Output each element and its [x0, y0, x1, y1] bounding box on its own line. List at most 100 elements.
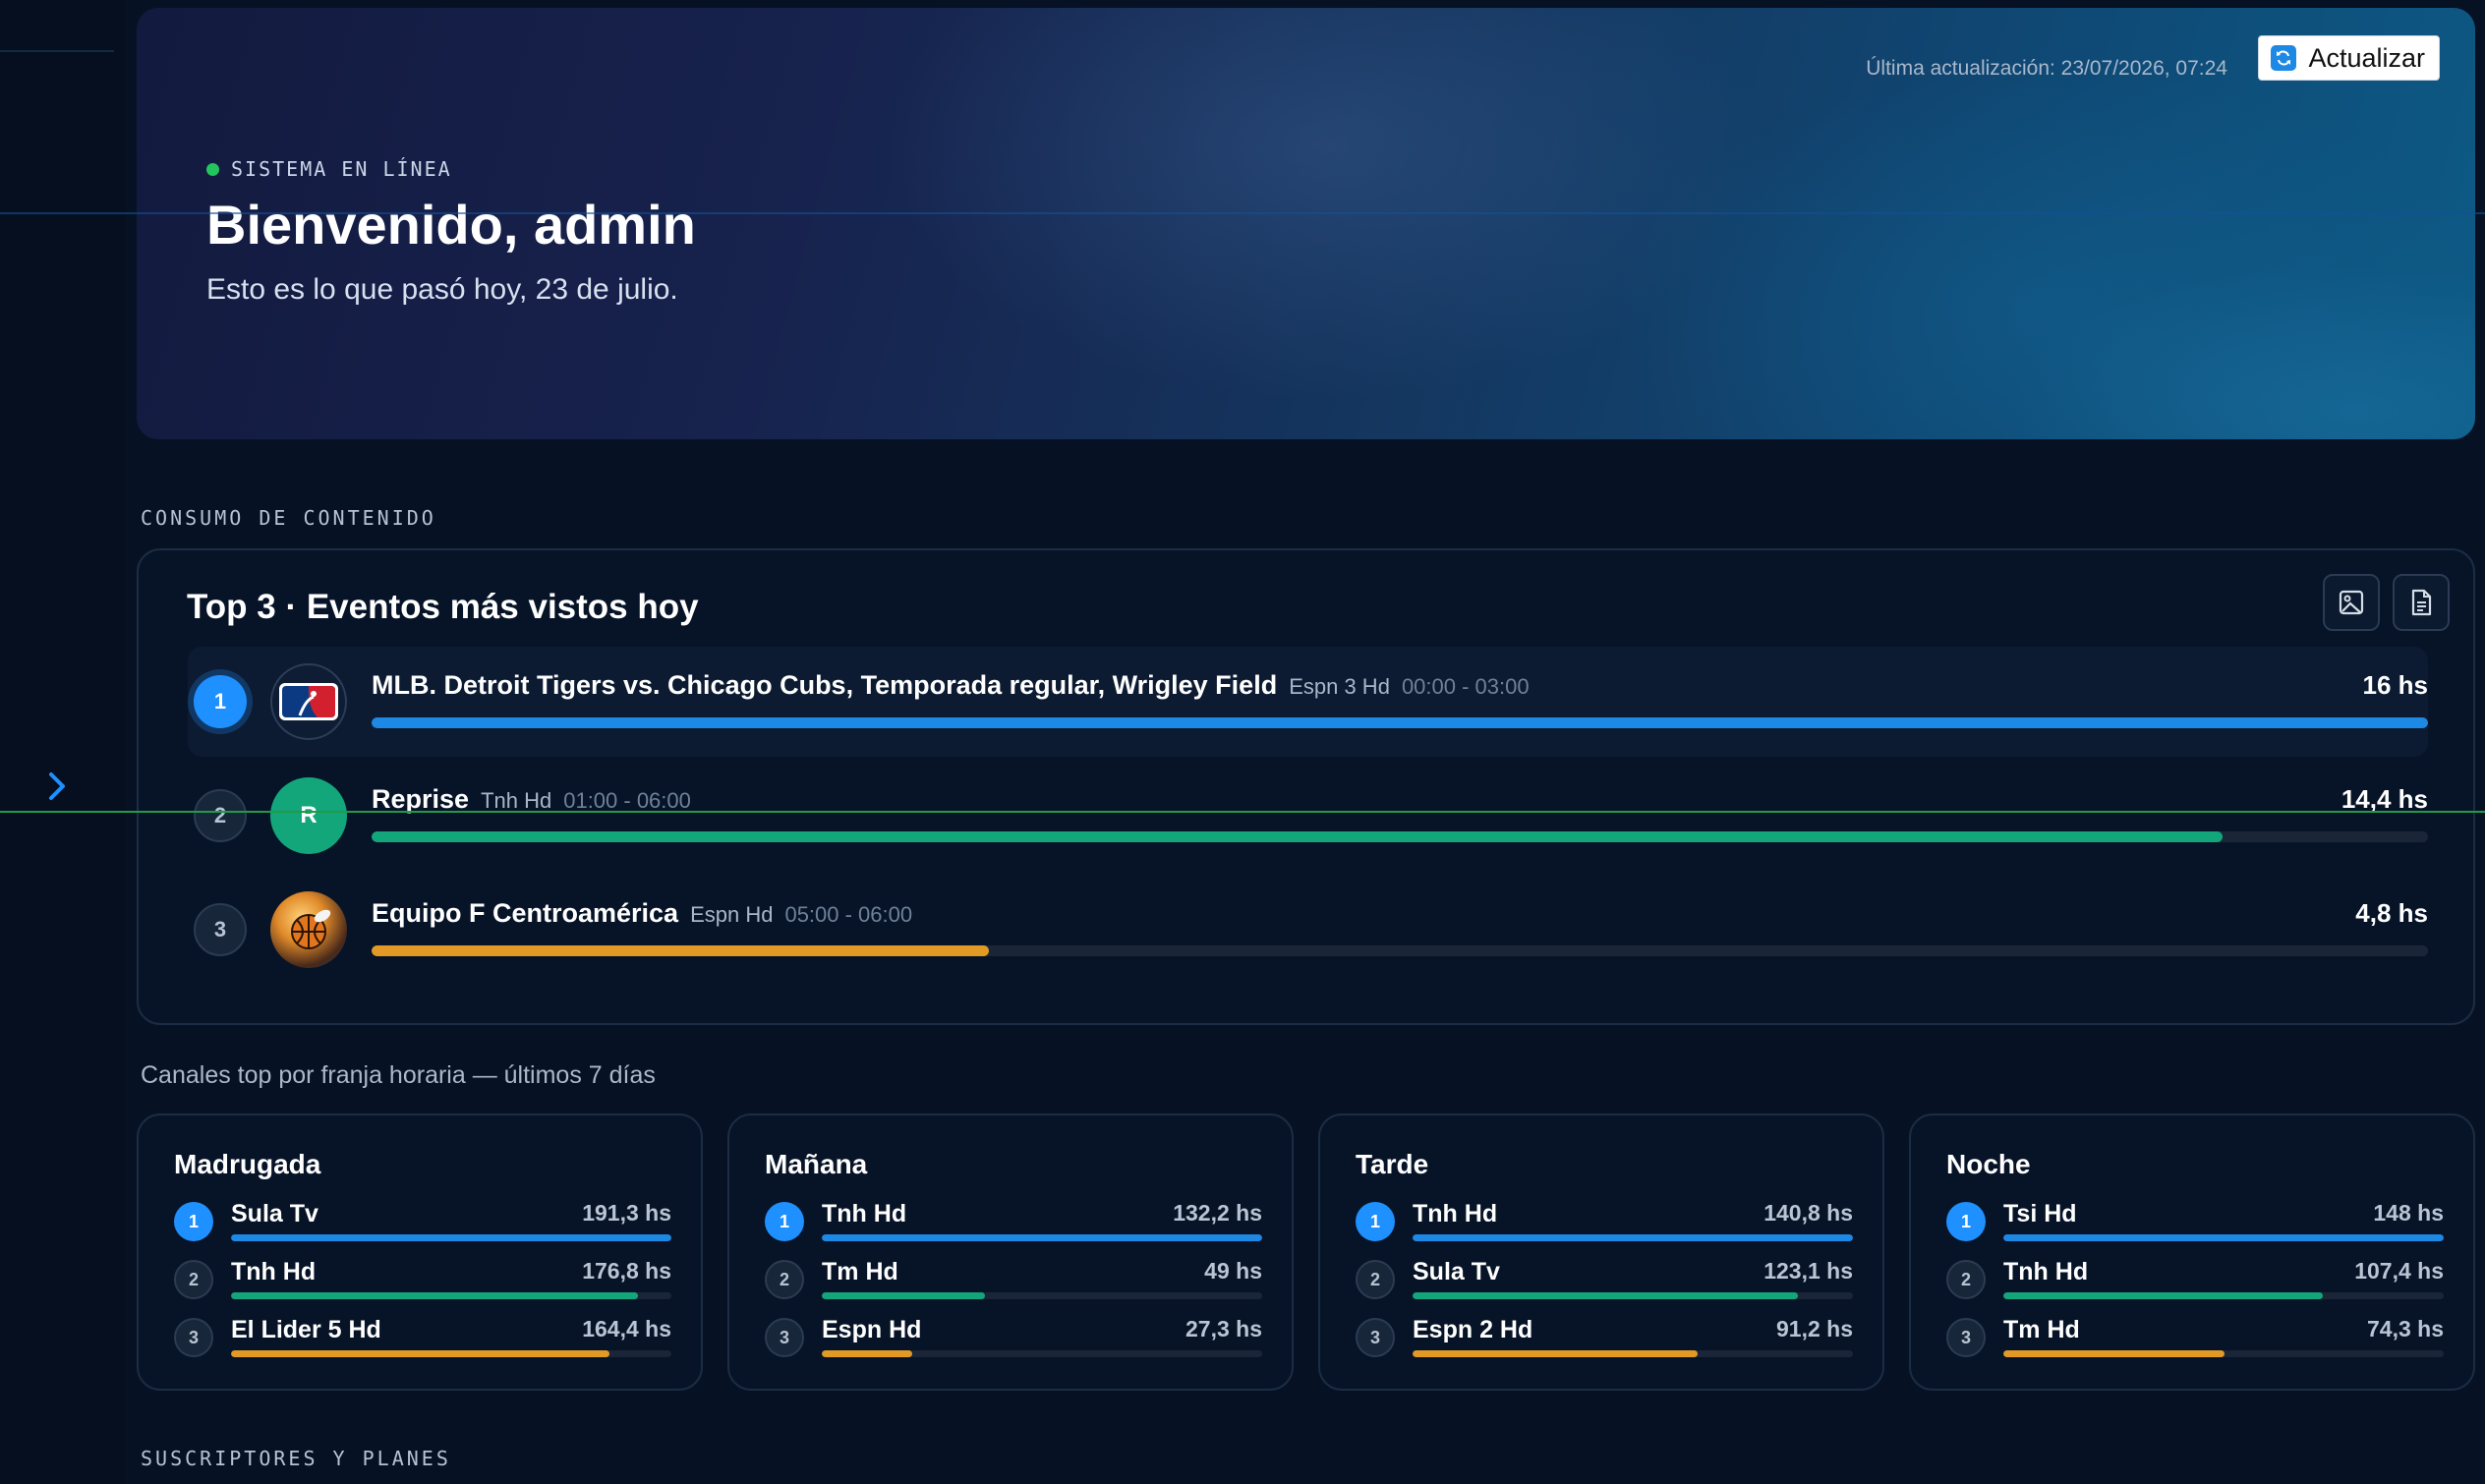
channel-progress-fill — [822, 1234, 1262, 1241]
channel-row[interactable]: 1 Tnh Hd 140,8 hs — [1356, 1196, 1853, 1245]
channel-progress-fill — [822, 1350, 913, 1357]
channel-hours: 191,3 hs — [582, 1200, 671, 1226]
channel-row[interactable]: 2 Tnh Hd 107,4 hs — [1946, 1254, 2444, 1303]
rank-badge: 3 — [1356, 1318, 1395, 1357]
channel-hours: 176,8 hs — [582, 1258, 671, 1284]
avatar-letter: R — [300, 802, 318, 828]
export-image-button[interactable] — [2323, 574, 2380, 631]
timeslot-title: Noche — [1946, 1149, 2031, 1179]
channel-hours: 27,3 hs — [1185, 1316, 1262, 1341]
image-icon — [2339, 590, 2364, 615]
channel-row[interactable]: 2 Tnh Hd 176,8 hs — [174, 1254, 671, 1303]
event-time: 00:00 - 03:00 — [1401, 674, 1530, 699]
welcome-banner: SISTEMA EN LÍNEA Bienvenido, admin Esto … — [137, 8, 2475, 439]
export-document-button[interactable] — [2393, 574, 2450, 631]
status-online-dot — [206, 162, 219, 176]
channel-progress-track — [231, 1292, 671, 1299]
event-hours: 4,8 hs — [2355, 898, 2428, 928]
timeslot-card: Tarde 1 Tnh Hd 140,8 hs 2 Sula Tv 123,1 hs 3 Esp… — [1318, 1113, 1884, 1391]
channel-row[interactable]: 1 Tnh Hd 132,2 hs — [765, 1196, 1262, 1245]
event-progress-track — [372, 831, 2428, 842]
channel-progress-track — [1413, 1292, 1853, 1299]
channel-row[interactable]: 1 Tsi Hd 148 hs — [1946, 1196, 2444, 1245]
last-update-text: Última actualización: 23/07/2026, 07:24 — [1866, 57, 2227, 80]
sidebar-rail — [0, 0, 126, 1484]
event-row[interactable]: 3 Equipo F Centroamérica Espn Hd 05:00 -… — [188, 875, 2428, 985]
channel-name: Espn Hd — [822, 1316, 922, 1343]
refresh-button[interactable]: Actualizar — [2258, 35, 2440, 81]
event-row[interactable]: 1 MLB. Detroit Tigers vs. Chicago Cubs, … — [188, 647, 2428, 757]
rank-badge: 1 — [174, 1202, 213, 1241]
channel-progress-fill — [2003, 1292, 2324, 1299]
document-icon — [2411, 589, 2432, 616]
event-info: Equipo F Centroamérica Espn Hd 05:00 - 0… — [372, 898, 912, 929]
timeslot-card: Mañana 1 Tnh Hd 132,2 hs 2 Tm Hd 49 hs 3 Espn Hd… — [727, 1113, 1294, 1391]
channel-progress-track — [822, 1350, 1262, 1357]
rank-badge: 3 — [174, 1318, 213, 1357]
event-name: MLB. Detroit Tigers vs. Chicago Cubs, Te… — [372, 670, 1278, 700]
rank-badge: 1 — [194, 675, 247, 728]
channel-hours: 107,4 hs — [2354, 1258, 2444, 1284]
channel-hours: 74,3 hs — [2367, 1316, 2444, 1341]
channel-name: Tsi Hd — [2003, 1200, 2077, 1227]
channel-name: Tm Hd — [2003, 1316, 2080, 1343]
system-status: SISTEMA EN LÍNEA — [206, 157, 452, 181]
channel-progress-fill — [231, 1292, 638, 1299]
event-row[interactable]: 2 R Reprise Tnh Hd 01:00 - 06:00 14,4 hs — [188, 761, 2428, 871]
channel-progress-track — [231, 1350, 671, 1357]
channel-hours: 132,2 hs — [1173, 1200, 1262, 1226]
top-events-title: Top 3 · Eventos más vistos hoy — [187, 588, 699, 626]
event-progress-fill — [372, 945, 989, 956]
timeslot-card: Noche 1 Tsi Hd 148 hs 2 Tnh Hd 107,4 hs 3 Tm Hd 7… — [1909, 1113, 2475, 1391]
timeslot-caption: Canales top por franja horaria — últimos… — [141, 1061, 656, 1089]
channel-row[interactable]: 1 Sula Tv 191,3 hs — [174, 1196, 671, 1245]
channel-row[interactable]: 2 Sula Tv 123,1 hs — [1356, 1254, 1853, 1303]
channel-hours: 123,1 hs — [1763, 1258, 1853, 1284]
event-progress-fill — [372, 831, 2223, 842]
top-events-card: Top 3 · Eventos más vistos hoy 1 MLB. De… — [137, 548, 2475, 1025]
event-channel: Espn 3 Hd — [1289, 674, 1390, 699]
channel-hours: 91,2 hs — [1776, 1316, 1853, 1341]
event-time: 05:00 - 06:00 — [784, 902, 913, 927]
chevron-right-icon[interactable] — [43, 767, 71, 806]
channel-row[interactable]: 3 El Lider 5 Hd 164,4 hs — [174, 1312, 671, 1361]
dashboard-page: SISTEMA EN LÍNEA Bienvenido, admin Esto … — [0, 0, 2485, 1484]
channel-row[interactable]: 2 Tm Hd 49 hs — [765, 1254, 1262, 1303]
timeslot-title: Tarde — [1356, 1149, 1429, 1179]
channel-name: Tnh Hd — [2003, 1258, 2089, 1285]
channel-name: Tnh Hd — [231, 1258, 317, 1285]
event-info: MLB. Detroit Tigers vs. Chicago Cubs, Te… — [372, 670, 1530, 701]
channel-progress-track — [231, 1234, 671, 1241]
channel-progress-fill — [822, 1292, 986, 1299]
timeslot-card: Madrugada 1 Sula Tv 191,3 hs 2 Tnh Hd 176,8 hs… — [137, 1113, 703, 1391]
channel-hours: 164,4 hs — [582, 1316, 671, 1341]
sports-ball-logo-icon — [270, 891, 347, 968]
channel-hours: 140,8 hs — [1763, 1200, 1853, 1226]
refresh-label: Actualizar — [2308, 42, 2425, 73]
channel-row[interactable]: 3 Espn 2 Hd 91,2 hs — [1356, 1312, 1853, 1361]
section-consumo-title: CONSUMO DE CONTENIDO — [141, 506, 436, 530]
rank-badge: 2 — [765, 1260, 804, 1299]
timeslot-title: Madrugada — [174, 1149, 321, 1179]
channel-row[interactable]: 3 Tm Hd 74,3 hs — [1946, 1312, 2444, 1361]
rank-badge: 2 — [1946, 1260, 1986, 1299]
refresh-icon — [2271, 45, 2297, 71]
rank-badge: 3 — [765, 1318, 804, 1357]
channel-row[interactable]: 3 Espn Hd 27,3 hs — [765, 1312, 1262, 1361]
channel-name: Tnh Hd — [1413, 1200, 1498, 1227]
rank-badge: 2 — [174, 1260, 213, 1299]
channel-progress-fill — [2003, 1234, 2444, 1241]
letter-avatar-icon: R — [270, 777, 347, 854]
channel-progress-fill — [2003, 1350, 2225, 1357]
rank-badge: 2 — [1356, 1260, 1395, 1299]
channel-progress-track — [822, 1292, 1262, 1299]
event-channel: Espn Hd — [690, 902, 774, 927]
rank-badge: 1 — [1946, 1202, 1986, 1241]
channel-name: El Lider 5 Hd — [231, 1316, 381, 1343]
channel-progress-fill — [1413, 1234, 1853, 1241]
channel-hours: 49 hs — [1204, 1258, 1262, 1284]
channel-progress-track — [1413, 1350, 1853, 1357]
event-progress-track — [372, 945, 2428, 956]
rank-badge: 1 — [765, 1202, 804, 1241]
channel-progress-track — [2003, 1234, 2444, 1241]
